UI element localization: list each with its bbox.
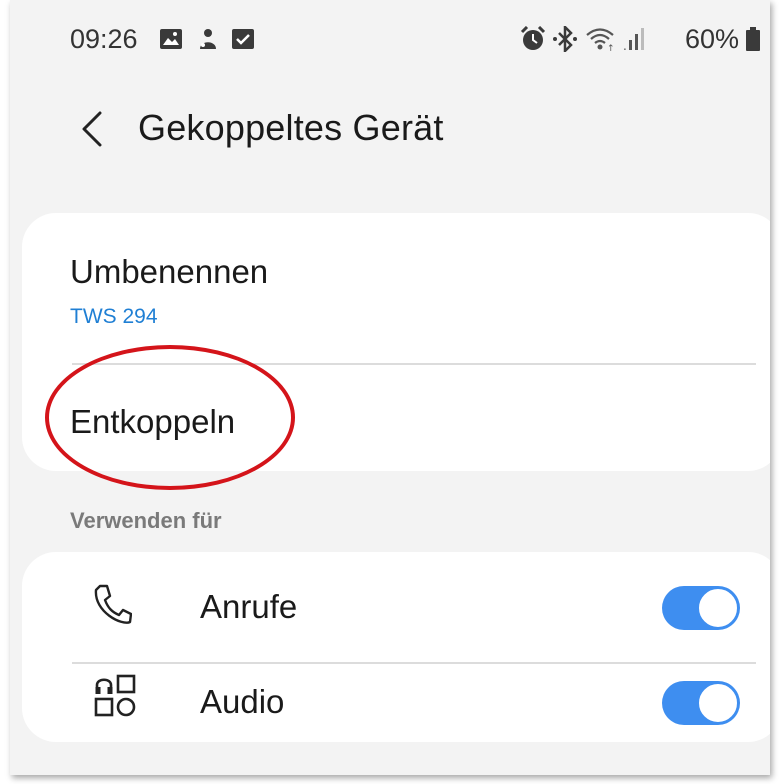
- page-title: Gekoppeltes Gerät: [138, 107, 444, 148]
- toggle-knob: [697, 682, 739, 724]
- gallery-icon: [160, 29, 182, 54]
- chevron-left-icon: [82, 111, 102, 147]
- unpair-label: Entkoppeln: [70, 403, 236, 440]
- svg-text:.: .: [623, 39, 627, 52]
- back-button[interactable]: [74, 107, 110, 151]
- status-time: 09:26: [70, 24, 138, 54]
- unpair-row[interactable]: Entkoppeln: [22, 364, 770, 471]
- app-notification-icon: [197, 27, 219, 56]
- media-audio-icon: [94, 673, 136, 724]
- battery-percent: 60%: [685, 24, 740, 54]
- audio-toggle[interactable]: [662, 681, 740, 725]
- wifi-icon: ↑↓: [585, 26, 622, 57]
- calls-label: Anrufe: [200, 588, 298, 625]
- svg-text:↑↓: ↑↓: [607, 44, 615, 52]
- rename-label: Umbenennen: [70, 253, 269, 290]
- device-options-card: Umbenennen TWS 294 Entkoppeln: [22, 213, 770, 471]
- audio-row[interactable]: Audio: [22, 663, 770, 742]
- audio-label: Audio: [200, 683, 285, 720]
- alarm-icon: [520, 25, 546, 57]
- use-for-card: Anrufe Audio: [22, 552, 770, 742]
- phone-screen: 09:26 ↑↓ . 60%: [10, 0, 770, 775]
- phone-icon: [92, 582, 133, 631]
- battery-icon: [746, 27, 760, 56]
- rename-row[interactable]: Umbenennen TWS 294: [22, 213, 770, 363]
- calls-row[interactable]: Anrufe: [22, 552, 770, 662]
- device-name: TWS 294: [70, 305, 158, 328]
- app-bar: Gekoppeltes Gerät: [10, 95, 770, 165]
- signal-icon: .: [623, 26, 649, 57]
- section-title-use-for: Verwenden für: [70, 508, 222, 533]
- toggle-knob: [697, 587, 739, 629]
- checkbox-notification-icon: [232, 29, 254, 54]
- calls-toggle[interactable]: [662, 586, 740, 630]
- bluetooth-icon: [553, 23, 577, 57]
- status-bar: 09:26 ↑↓ . 60%: [10, 0, 770, 80]
